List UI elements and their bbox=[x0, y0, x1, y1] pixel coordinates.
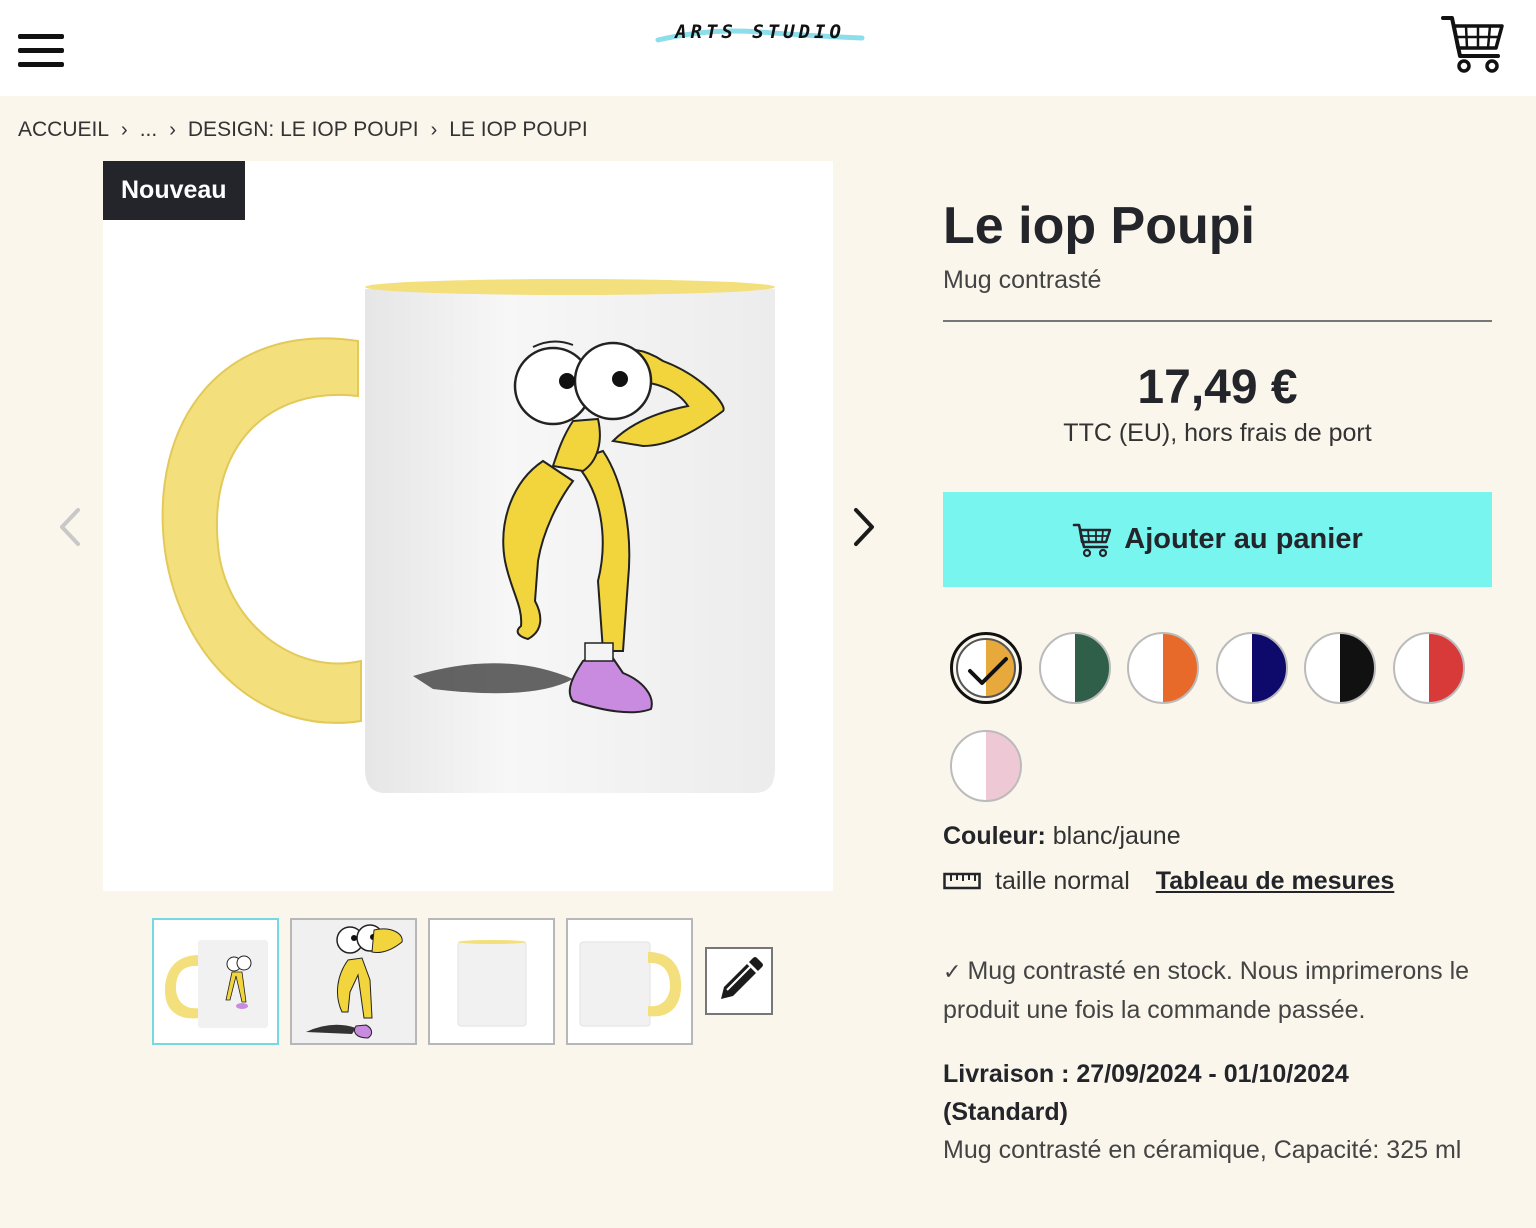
shopping-cart-icon[interactable] bbox=[1440, 14, 1506, 76]
color-swatch-white-green[interactable] bbox=[1039, 632, 1111, 704]
thumbnail-mug-side[interactable] bbox=[428, 918, 555, 1045]
new-badge: Nouveau bbox=[103, 161, 245, 220]
divider bbox=[943, 320, 1492, 322]
color-swatch-white-black[interactable] bbox=[1304, 632, 1376, 704]
thumbnail-mug-front[interactable] bbox=[152, 918, 279, 1045]
color-swatch-white-navy[interactable] bbox=[1216, 632, 1288, 704]
color-value: blanc/jaune bbox=[1052, 822, 1181, 850]
add-to-cart-button[interactable]: Ajouter au panier bbox=[943, 492, 1492, 587]
thumbnail-mug-back[interactable] bbox=[566, 918, 693, 1045]
breadcrumb-design[interactable]: DESIGN: LE IOP POUPI bbox=[188, 118, 419, 142]
hamburger-menu-icon[interactable] bbox=[18, 34, 64, 68]
breadcrumb: ACCUEIL › ... › DESIGN: LE IOP POUPI › L… bbox=[18, 116, 588, 144]
chevron-right-icon: › bbox=[121, 118, 128, 141]
check-icon: ✓ bbox=[943, 959, 962, 984]
logo-text: ARTS STUDIO bbox=[675, 21, 845, 43]
delivery-info: Livraison : 27/09/2024 - 01/10/2024 (Sta… bbox=[943, 1055, 1503, 1131]
tax-note: TTC (EU), hors frais de port bbox=[1063, 419, 1372, 447]
chevron-right-icon: › bbox=[430, 118, 438, 141]
site-header: ARTS STUDIO bbox=[0, 0, 1536, 96]
stock-info: ✓ Mug contrasté en stock. Nous imprimeron… bbox=[943, 952, 1503, 1029]
breadcrumb-current: LE IOP POUPI bbox=[449, 118, 588, 141]
stock-text: Mug contrasté en stock. Nous imprimerons… bbox=[943, 957, 1470, 1024]
color-label: Couleur: bbox=[943, 822, 1046, 850]
cart-icon bbox=[1072, 523, 1112, 557]
site-logo[interactable]: ARTS STUDIO bbox=[650, 14, 870, 50]
pencil-icon bbox=[721, 957, 763, 999]
color-swatch-white-pink[interactable] bbox=[950, 730, 1022, 802]
product-description: Mug contrasté en céramique, Capacité: 32… bbox=[943, 1136, 1462, 1164]
chevron-right-icon[interactable] bbox=[846, 502, 882, 552]
thumbnail-design[interactable] bbox=[290, 918, 417, 1045]
color-swatch-white-orange[interactable] bbox=[1127, 632, 1199, 704]
size-text: taille normal bbox=[995, 866, 1130, 895]
add-to-cart-label: Ajouter au panier bbox=[1124, 523, 1363, 555]
delivery-method: (Standard) bbox=[943, 1098, 1068, 1126]
delivery-dates: Livraison : 27/09/2024 - 01/10/2024 bbox=[943, 1060, 1349, 1088]
size-info: taille normal Tableau de mesures bbox=[943, 864, 1394, 898]
product-main-image[interactable] bbox=[103, 161, 833, 891]
breadcrumb-home[interactable]: ACCUEIL bbox=[18, 118, 109, 142]
chevron-right-icon: › bbox=[169, 118, 176, 141]
color-swatch-white-yellow[interactable] bbox=[950, 632, 1022, 704]
checkmark-icon bbox=[968, 657, 1008, 685]
product-title: Le iop Poupi bbox=[943, 197, 1255, 255]
ruler-icon bbox=[943, 872, 981, 890]
product-price: 17,49 € bbox=[1137, 361, 1298, 414]
breadcrumb-ellipsis[interactable]: ... bbox=[140, 118, 158, 142]
size-chart-link[interactable]: Tableau de mesures bbox=[1156, 867, 1395, 896]
color-swatch-white-red[interactable] bbox=[1393, 632, 1465, 704]
chevron-left-icon[interactable] bbox=[52, 502, 88, 552]
selected-color: Couleur: blanc/jaune bbox=[943, 822, 1181, 851]
edit-design-button[interactable] bbox=[705, 947, 773, 1015]
product-subtitle: Mug contrasté bbox=[943, 266, 1102, 294]
